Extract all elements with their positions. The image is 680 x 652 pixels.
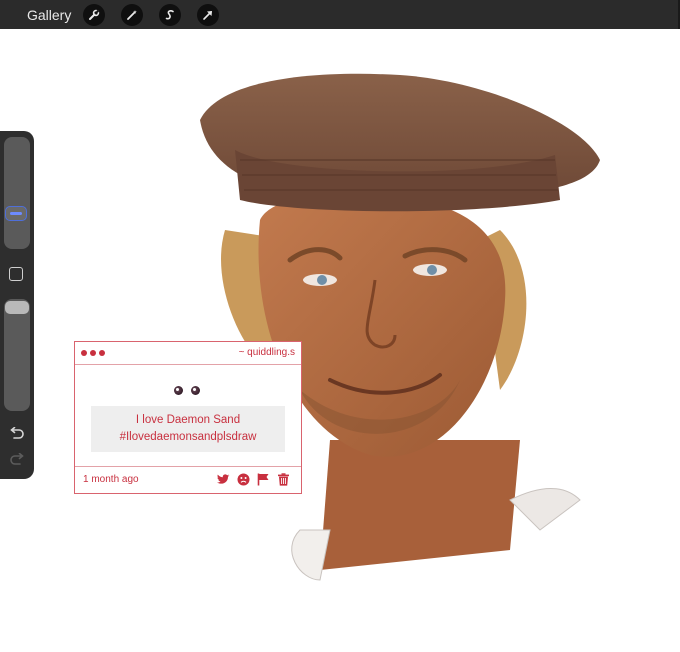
- adjustments-tool-button[interactable]: [121, 3, 144, 26]
- trash-icon: [278, 473, 289, 486]
- comment-timestamp: 1 month ago: [83, 474, 139, 485]
- gallery-button[interactable]: Gallery: [27, 7, 71, 23]
- comment-message-line2: #Ilovedaemonsandplsdraw: [119, 431, 257, 443]
- twitter-share-button[interactable]: [217, 473, 230, 486]
- brush-sidebar: [0, 131, 34, 479]
- frown-face-icon: [237, 473, 250, 486]
- brush-size-slider[interactable]: [4, 137, 30, 249]
- comment-card: ~ quiddling.s I love Daemon Sand #Iloved…: [74, 341, 302, 494]
- wrench-icon: [89, 9, 100, 20]
- selection-s-icon: [166, 9, 175, 19]
- opacity-slider[interactable]: [4, 299, 30, 411]
- comment-header: ~ quiddling.s: [75, 342, 301, 365]
- eye: [191, 386, 200, 395]
- dot: [90, 350, 96, 356]
- react-button[interactable]: [237, 473, 250, 486]
- comment-message-line1: I love Daemon Sand: [135, 414, 241, 426]
- comment-actions: [217, 473, 290, 486]
- magic-wand-icon: [127, 9, 138, 20]
- top-toolbar: Gallery: [0, 0, 680, 29]
- opacity-handle[interactable]: [5, 301, 29, 314]
- delete-button[interactable]: [277, 473, 290, 486]
- undo-icon[interactable]: [8, 427, 26, 441]
- transform-tool-button[interactable]: [197, 3, 220, 26]
- portrait-artwork: [200, 73, 600, 581]
- brush-size-handle[interactable]: [5, 206, 27, 221]
- redo-icon[interactable]: [8, 453, 26, 467]
- eye: [174, 386, 183, 395]
- comment-footer: 1 month ago: [75, 466, 301, 493]
- eyes-icon: [174, 386, 200, 395]
- twitter-bird-icon: [217, 474, 230, 484]
- comment-author[interactable]: ~ quiddling.s: [239, 347, 295, 358]
- flag-icon: [257, 473, 269, 486]
- report-button[interactable]: [257, 473, 270, 486]
- selection-tool-button[interactable]: [159, 3, 182, 26]
- modify-button[interactable]: [9, 267, 23, 281]
- dot: [99, 350, 105, 356]
- arrow-cursor-icon: [203, 10, 213, 20]
- wrench-tool-button[interactable]: [83, 3, 106, 26]
- window-dots[interactable]: [81, 350, 105, 356]
- comment-message: I love Daemon Sand #Ilovedaemonsandplsdr…: [91, 406, 285, 452]
- dot: [81, 350, 87, 356]
